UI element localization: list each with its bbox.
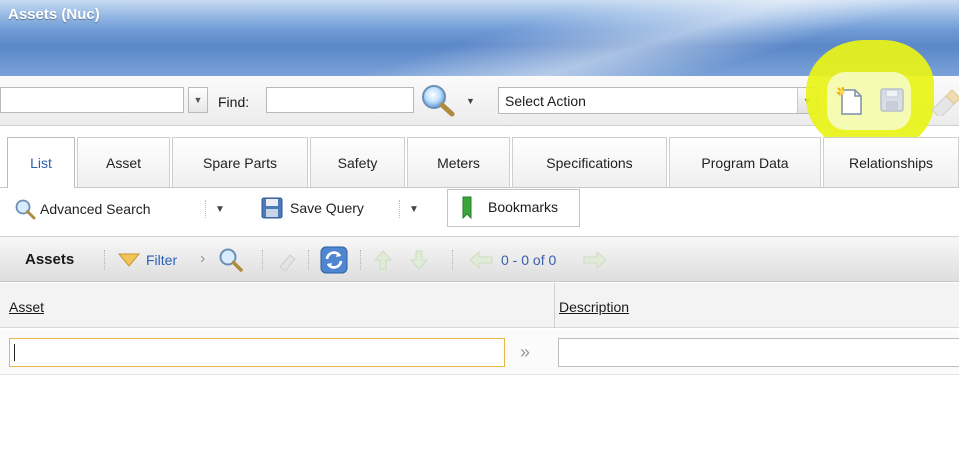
advanced-search-dropdown-icon[interactable]: ▼ bbox=[215, 204, 225, 215]
arrow-up-icon[interactable] bbox=[372, 249, 394, 271]
save-icon bbox=[261, 197, 283, 219]
refresh-icon[interactable] bbox=[320, 246, 348, 274]
find-input[interactable] bbox=[266, 87, 414, 113]
record-count: 0 - 0 of 0 bbox=[501, 252, 557, 268]
double-chevron-right-icon[interactable]: » bbox=[520, 342, 530, 363]
column-header-asset[interactable]: Asset bbox=[9, 299, 44, 315]
asset-filter-input[interactable] bbox=[9, 338, 505, 367]
chevron-down-icon: ▼ bbox=[193, 95, 203, 105]
save-query-label: Save Query bbox=[290, 200, 364, 216]
previous-page-icon[interactable] bbox=[468, 251, 494, 269]
search-options-chevron-icon[interactable]: ▼ bbox=[466, 96, 475, 106]
select-action-value: Select Action bbox=[505, 93, 586, 109]
find-label: Find: bbox=[218, 94, 250, 110]
tab-label: Meters bbox=[437, 154, 480, 171]
tab-spare-parts[interactable]: Spare Parts bbox=[172, 137, 308, 187]
tab-safety[interactable]: Safety bbox=[310, 137, 405, 187]
tab-list[interactable]: List bbox=[7, 137, 75, 188]
save-query-dropdown-icon[interactable]: ▼ bbox=[409, 204, 419, 215]
tab-label: Relationships bbox=[848, 154, 934, 171]
tab-strip: List Asset Spare Parts Safety Meters Spe… bbox=[0, 127, 959, 188]
select-action-dropdown[interactable]: Select Action ▼ bbox=[498, 87, 818, 114]
divider bbox=[205, 200, 206, 218]
description-filter-input[interactable] bbox=[558, 338, 959, 367]
divider bbox=[104, 250, 105, 270]
column-divider bbox=[554, 283, 555, 328]
tab-label: Safety bbox=[337, 154, 378, 171]
bookmark-icon bbox=[462, 196, 472, 220]
tab-meters[interactable]: Meters bbox=[407, 137, 510, 187]
divider bbox=[399, 200, 400, 218]
divider bbox=[308, 250, 309, 270]
advanced-search-button[interactable]: Advanced Search bbox=[14, 198, 151, 220]
query-dropdown-button[interactable]: ▼ bbox=[188, 87, 208, 113]
filter-link[interactable]: Filter bbox=[146, 252, 177, 268]
filter-row: » bbox=[0, 329, 959, 375]
divider bbox=[360, 250, 361, 270]
divider bbox=[452, 250, 453, 270]
table-header-row: Asset Description bbox=[0, 283, 959, 328]
tab-asset[interactable]: Asset bbox=[77, 137, 170, 187]
save-query-button[interactable]: Save Query bbox=[260, 196, 364, 220]
tab-program-data[interactable]: Program Data bbox=[669, 137, 821, 187]
advanced-search-label: Advanced Search bbox=[40, 201, 151, 217]
search-icon[interactable] bbox=[218, 247, 244, 273]
table-title: Assets bbox=[25, 251, 75, 268]
tab-label: Specifications bbox=[546, 154, 633, 171]
tab-label: Spare Parts bbox=[203, 154, 277, 171]
filter-icon[interactable] bbox=[118, 253, 140, 267]
divider bbox=[262, 250, 263, 270]
arrow-down-icon[interactable] bbox=[408, 249, 430, 271]
search-icon[interactable] bbox=[420, 82, 460, 118]
query-select-input[interactable] bbox=[0, 87, 184, 113]
text-cursor bbox=[14, 344, 15, 361]
clear-icon[interactable] bbox=[928, 88, 959, 116]
clear-filter-icon[interactable] bbox=[276, 249, 298, 271]
column-header-description[interactable]: Description bbox=[559, 299, 629, 315]
next-page-icon[interactable] bbox=[582, 251, 608, 269]
tab-label: Program Data bbox=[701, 154, 789, 171]
search-icon bbox=[15, 199, 36, 220]
window-title: Assets (Nuc) bbox=[8, 6, 100, 23]
chevron-right-icon: › bbox=[200, 250, 206, 267]
tab-relationships[interactable]: Relationships bbox=[823, 137, 959, 187]
tab-label: Asset bbox=[105, 154, 141, 171]
new-record-icon[interactable] bbox=[834, 84, 866, 116]
table-toolbar: Assets Filter › 0 - 0 of 0 bbox=[0, 236, 959, 282]
tab-specifications[interactable]: Specifications bbox=[512, 137, 667, 187]
bookmarks-label: Bookmarks bbox=[488, 199, 559, 215]
save-icon[interactable] bbox=[878, 86, 906, 114]
tab-label: List bbox=[30, 155, 52, 171]
